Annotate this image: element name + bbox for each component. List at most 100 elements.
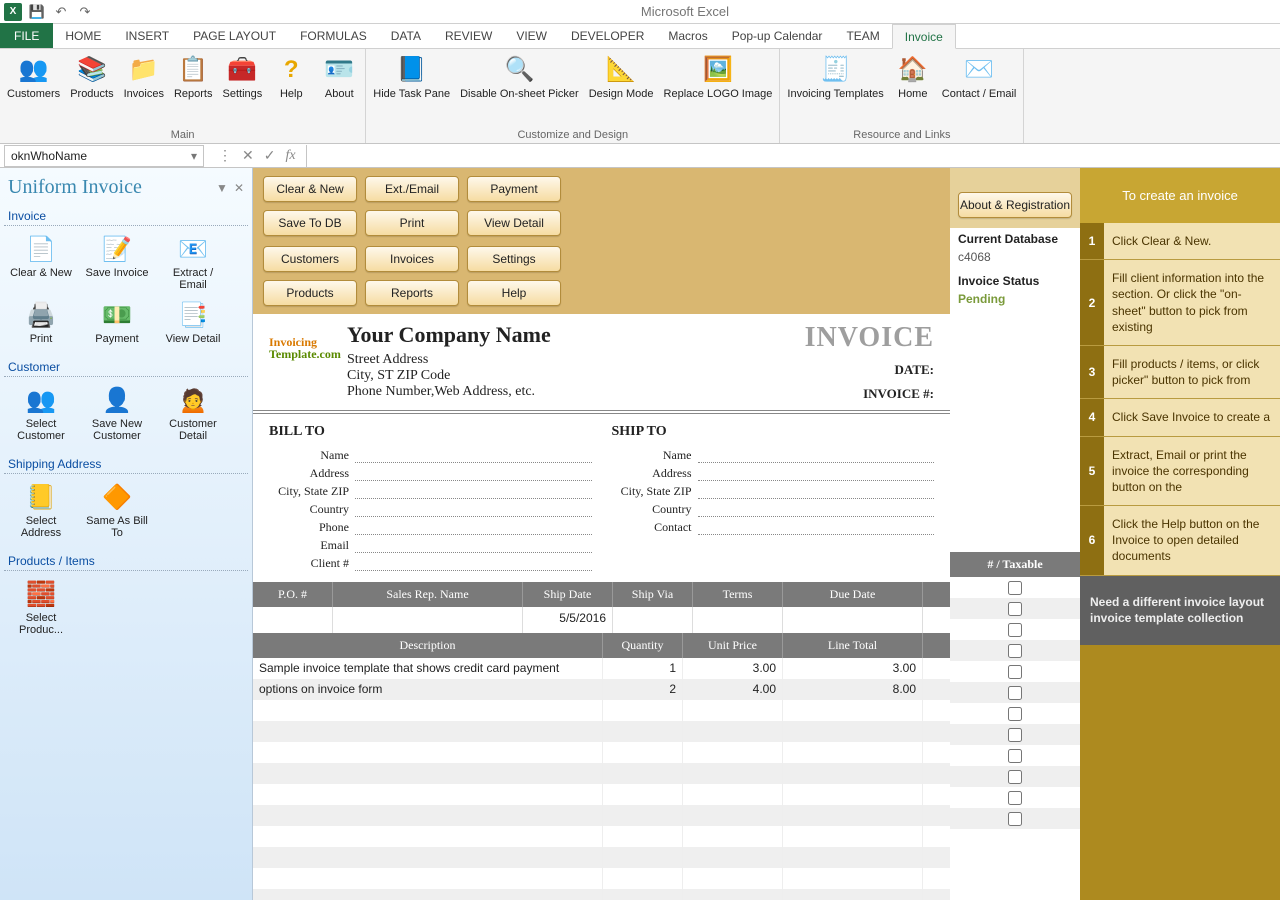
bill-field-row[interactable]: Client # bbox=[269, 556, 592, 571]
tax-row[interactable] bbox=[950, 808, 1080, 829]
redo-icon[interactable]: ↷ bbox=[76, 3, 94, 21]
tb-ext-email[interactable]: Ext./Email bbox=[365, 176, 459, 202]
tax-checkbox[interactable] bbox=[1008, 602, 1022, 616]
tax-row[interactable] bbox=[950, 640, 1080, 661]
bill-field-row[interactable]: City, State ZIP bbox=[269, 484, 592, 499]
tb-settings[interactable]: Settings bbox=[467, 246, 561, 272]
company-name[interactable]: Your Company Name bbox=[347, 322, 551, 348]
file-tab[interactable]: FILE bbox=[0, 23, 53, 48]
tax-checkbox[interactable] bbox=[1008, 707, 1022, 721]
tax-row[interactable] bbox=[950, 661, 1080, 682]
save-new-customer-button[interactable]: 👤Save New Customer bbox=[80, 381, 154, 445]
tax-checkbox[interactable] bbox=[1008, 749, 1022, 763]
name-box[interactable]: oknWhoName ▾ bbox=[4, 145, 204, 167]
field-input[interactable] bbox=[698, 467, 935, 481]
tab-home[interactable]: HOME bbox=[53, 23, 113, 48]
table-row[interactable] bbox=[253, 889, 950, 900]
field-input[interactable] bbox=[355, 503, 592, 517]
ship-field-row[interactable]: Name bbox=[612, 448, 935, 463]
tb-products[interactable]: Products bbox=[263, 280, 357, 306]
tax-row[interactable] bbox=[950, 724, 1080, 745]
tax-row[interactable] bbox=[950, 766, 1080, 787]
table-row[interactable] bbox=[253, 847, 950, 868]
taskpane-menu-icon[interactable]: ▼ bbox=[216, 181, 228, 195]
ship-field-row[interactable]: Address bbox=[612, 466, 935, 481]
bill-field-row[interactable]: Email bbox=[269, 538, 592, 553]
tax-checkbox[interactable] bbox=[1008, 791, 1022, 805]
fx-icon[interactable]: fx bbox=[285, 148, 295, 164]
save-icon[interactable]: 💾 bbox=[28, 3, 46, 21]
undo-icon[interactable]: ↶ bbox=[52, 3, 70, 21]
same-as-billto-button[interactable]: 🔶Same As Bill To bbox=[80, 478, 154, 542]
tax-row[interactable] bbox=[950, 787, 1080, 808]
invoicing-templates-button[interactable]: 🧾Invoicing Templates bbox=[782, 51, 888, 104]
table-row[interactable] bbox=[253, 826, 950, 847]
tax-checkbox[interactable] bbox=[1008, 770, 1022, 784]
tb-save-db[interactable]: Save To DB bbox=[263, 210, 357, 236]
clear-new-button[interactable]: 📄Clear & New bbox=[4, 230, 78, 294]
contact-email-button[interactable]: ✉️Contact / Email bbox=[937, 51, 1022, 104]
bill-field-row[interactable]: Address bbox=[269, 466, 592, 481]
tax-checkbox[interactable] bbox=[1008, 581, 1022, 595]
tb-print[interactable]: Print bbox=[365, 210, 459, 236]
tab-team[interactable]: TEAM bbox=[834, 23, 891, 48]
table-row[interactable] bbox=[253, 721, 950, 742]
chevron-down-icon[interactable]: ▾ bbox=[191, 149, 197, 163]
accept-icon[interactable]: ✓ bbox=[264, 147, 276, 164]
field-input[interactable] bbox=[355, 467, 592, 481]
field-input[interactable] bbox=[355, 557, 592, 571]
bill-field-row[interactable]: Country bbox=[269, 502, 592, 517]
tb-invoices[interactable]: Invoices bbox=[365, 246, 459, 272]
bill-field-row[interactable]: Name bbox=[269, 448, 592, 463]
about-button[interactable]: 🪪About bbox=[315, 51, 363, 104]
field-input[interactable] bbox=[698, 521, 935, 535]
tax-row[interactable] bbox=[950, 745, 1080, 766]
bill-field-row[interactable]: Phone bbox=[269, 520, 592, 535]
products-button[interactable]: 📚Products bbox=[65, 51, 118, 104]
table-row[interactable] bbox=[253, 805, 950, 826]
disable-picker-button[interactable]: 🔍Disable On-sheet Picker bbox=[455, 51, 584, 104]
hide-task-pane-button[interactable]: 📘Hide Task Pane bbox=[368, 51, 455, 104]
save-invoice-button[interactable]: 📝Save Invoice bbox=[80, 230, 154, 294]
table-row[interactable]: options on invoice form24.008.00 bbox=[253, 679, 950, 700]
cancel-icon[interactable]: ✕ bbox=[242, 147, 254, 164]
settings-button[interactable]: 🧰Settings bbox=[218, 51, 268, 104]
company-addr2[interactable]: City, ST ZIP Code bbox=[347, 368, 551, 384]
ship-field-row[interactable]: Contact bbox=[612, 520, 935, 535]
grid1-row[interactable]: 5/5/2016 bbox=[253, 607, 950, 633]
home-link-button[interactable]: 🏠Home bbox=[889, 51, 937, 104]
field-input[interactable] bbox=[698, 485, 935, 499]
table-row[interactable]: Sample invoice template that shows credi… bbox=[253, 658, 950, 679]
tab-macros[interactable]: Macros bbox=[656, 23, 719, 48]
company-addr3[interactable]: Phone Number,Web Address, etc. bbox=[347, 384, 551, 400]
tax-checkbox[interactable] bbox=[1008, 812, 1022, 826]
tb-view-detail[interactable]: View Detail bbox=[467, 210, 561, 236]
customers-button[interactable]: 👥Customers bbox=[2, 51, 65, 104]
extract-email-button[interactable]: 📧Extract / Email bbox=[156, 230, 230, 294]
field-input[interactable] bbox=[355, 539, 592, 553]
invoices-button[interactable]: 📁Invoices bbox=[119, 51, 169, 104]
tab-insert[interactable]: INSERT bbox=[113, 23, 181, 48]
print-button[interactable]: 🖨️Print bbox=[4, 296, 78, 348]
ship-field-row[interactable]: City, State ZIP bbox=[612, 484, 935, 499]
tab-review[interactable]: REVIEW bbox=[433, 23, 504, 48]
ship-field-row[interactable]: Country bbox=[612, 502, 935, 517]
table-row[interactable] bbox=[253, 868, 950, 889]
tb-customers[interactable]: Customers bbox=[263, 246, 357, 272]
tab-formulas[interactable]: FORMULAS bbox=[288, 23, 379, 48]
tab-developer[interactable]: DEVELOPER bbox=[559, 23, 656, 48]
field-input[interactable] bbox=[698, 503, 935, 517]
tab-popup-calendar[interactable]: Pop-up Calendar bbox=[720, 23, 835, 48]
payment-button[interactable]: 💵Payment bbox=[80, 296, 154, 348]
table-row[interactable] bbox=[253, 742, 950, 763]
design-mode-button[interactable]: 📐Design Mode bbox=[584, 51, 659, 104]
tax-row[interactable] bbox=[950, 598, 1080, 619]
field-input[interactable] bbox=[698, 449, 935, 463]
close-icon[interactable]: ✕ bbox=[234, 181, 244, 195]
tab-page-layout[interactable]: PAGE LAYOUT bbox=[181, 23, 288, 48]
tb-help[interactable]: Help bbox=[467, 280, 561, 306]
worksheet[interactable]: Clear & New Ext./Email Payment Save To D… bbox=[253, 168, 1280, 900]
company-addr1[interactable]: Street Address bbox=[347, 352, 551, 368]
tax-checkbox[interactable] bbox=[1008, 728, 1022, 742]
customer-detail-button[interactable]: 🙍Customer Detail bbox=[156, 381, 230, 445]
